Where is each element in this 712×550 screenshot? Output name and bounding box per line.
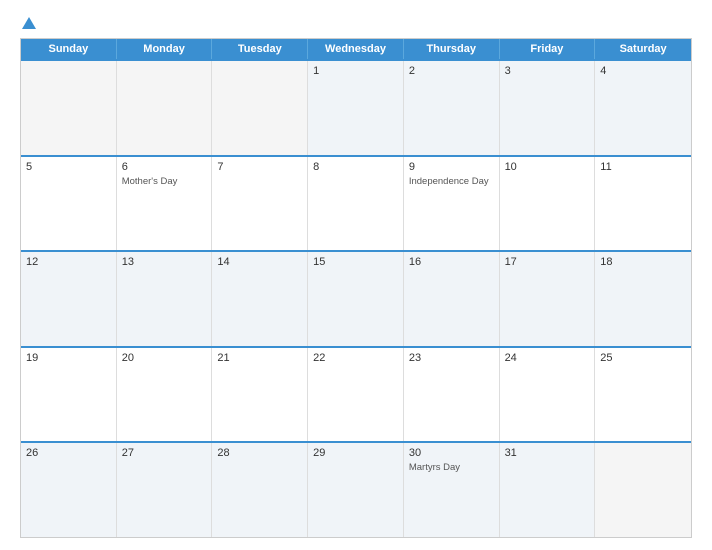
cal-cell: 17	[500, 252, 596, 346]
day-number: 19	[26, 352, 111, 364]
cal-cell: 29	[308, 443, 404, 537]
day-number: 12	[26, 256, 111, 268]
day-number: 15	[313, 256, 398, 268]
cal-cell: 7	[212, 157, 308, 251]
cal-cell: 6 Mother's Day	[117, 157, 213, 251]
cal-cell: 5	[21, 157, 117, 251]
cal-cell: 8	[308, 157, 404, 251]
day-header-friday: Friday	[500, 39, 596, 59]
cal-cell: 28	[212, 443, 308, 537]
event-label: Independence Day	[409, 176, 489, 187]
cal-cell	[212, 61, 308, 155]
week-row-3: 12 13 14 15 16 17 18	[21, 250, 691, 346]
day-number: 30	[409, 447, 494, 459]
calendar-header: SundayMondayTuesdayWednesdayThursdayFrid…	[21, 39, 691, 59]
logo	[20, 18, 36, 30]
cal-cell: 18	[595, 252, 691, 346]
day-number: 7	[217, 161, 302, 173]
day-number: 31	[505, 447, 590, 459]
calendar-body: 123456Mother's Day789Independence Day101…	[21, 59, 691, 537]
cal-cell: 4	[595, 61, 691, 155]
day-header-wednesday: Wednesday	[308, 39, 404, 59]
cal-cell: 14	[212, 252, 308, 346]
day-number: 23	[409, 352, 494, 364]
day-number: 1	[313, 65, 398, 77]
cal-cell: 3	[500, 61, 596, 155]
week-row-2: 56 Mother's Day 789 Independence Day 10 11	[21, 155, 691, 251]
day-number: 24	[505, 352, 590, 364]
cal-cell: 19	[21, 348, 117, 442]
day-number: 2	[409, 65, 494, 77]
day-header-monday: Monday	[117, 39, 213, 59]
cal-cell	[21, 61, 117, 155]
cal-cell: 10	[500, 157, 596, 251]
day-number: 4	[600, 65, 686, 77]
cal-cell: 30 Martyrs Day	[404, 443, 500, 537]
day-header-saturday: Saturday	[595, 39, 691, 59]
event-label: Mother's Day	[122, 176, 178, 187]
cal-cell: 20	[117, 348, 213, 442]
day-header-sunday: Sunday	[21, 39, 117, 59]
day-number: 25	[600, 352, 686, 364]
cal-cell	[595, 443, 691, 537]
day-number: 21	[217, 352, 302, 364]
cal-cell: 9 Independence Day	[404, 157, 500, 251]
day-number: 16	[409, 256, 494, 268]
day-number: 8	[313, 161, 398, 173]
calendar-page: SundayMondayTuesdayWednesdayThursdayFrid…	[0, 0, 712, 550]
day-number: 20	[122, 352, 207, 364]
day-number: 26	[26, 447, 111, 459]
cal-cell: 23	[404, 348, 500, 442]
cal-cell: 15	[308, 252, 404, 346]
cal-cell: 1	[308, 61, 404, 155]
cal-cell: 25	[595, 348, 691, 442]
cal-cell: 24	[500, 348, 596, 442]
calendar: SundayMondayTuesdayWednesdayThursdayFrid…	[20, 38, 692, 538]
day-number: 6	[122, 161, 207, 173]
day-number: 9	[409, 161, 494, 173]
day-number: 29	[313, 447, 398, 459]
day-number: 18	[600, 256, 686, 268]
week-row-1: 1234	[21, 59, 691, 155]
cal-cell	[117, 61, 213, 155]
day-number: 5	[26, 161, 111, 173]
cal-cell: 31	[500, 443, 596, 537]
cal-cell: 2	[404, 61, 500, 155]
day-number: 28	[217, 447, 302, 459]
event-label: Martyrs Day	[409, 462, 460, 473]
day-header-thursday: Thursday	[404, 39, 500, 59]
cal-cell: 13	[117, 252, 213, 346]
day-number: 17	[505, 256, 590, 268]
day-number: 27	[122, 447, 207, 459]
logo-triangle-icon	[22, 17, 36, 29]
day-number: 14	[217, 256, 302, 268]
day-number: 22	[313, 352, 398, 364]
cal-cell: 12	[21, 252, 117, 346]
header	[20, 18, 692, 30]
day-number: 11	[600, 161, 686, 173]
day-number: 3	[505, 65, 590, 77]
cal-cell: 21	[212, 348, 308, 442]
week-row-4: 19 20 21 22 23 24 25	[21, 346, 691, 442]
cal-cell: 26	[21, 443, 117, 537]
cal-cell: 22	[308, 348, 404, 442]
day-header-tuesday: Tuesday	[212, 39, 308, 59]
day-number: 10	[505, 161, 590, 173]
week-row-5: 26 27 28 29 30 Martyrs Day 31	[21, 441, 691, 537]
day-number: 13	[122, 256, 207, 268]
cal-cell: 16	[404, 252, 500, 346]
cal-cell: 27	[117, 443, 213, 537]
cal-cell: 11	[595, 157, 691, 251]
logo-row	[20, 18, 36, 30]
